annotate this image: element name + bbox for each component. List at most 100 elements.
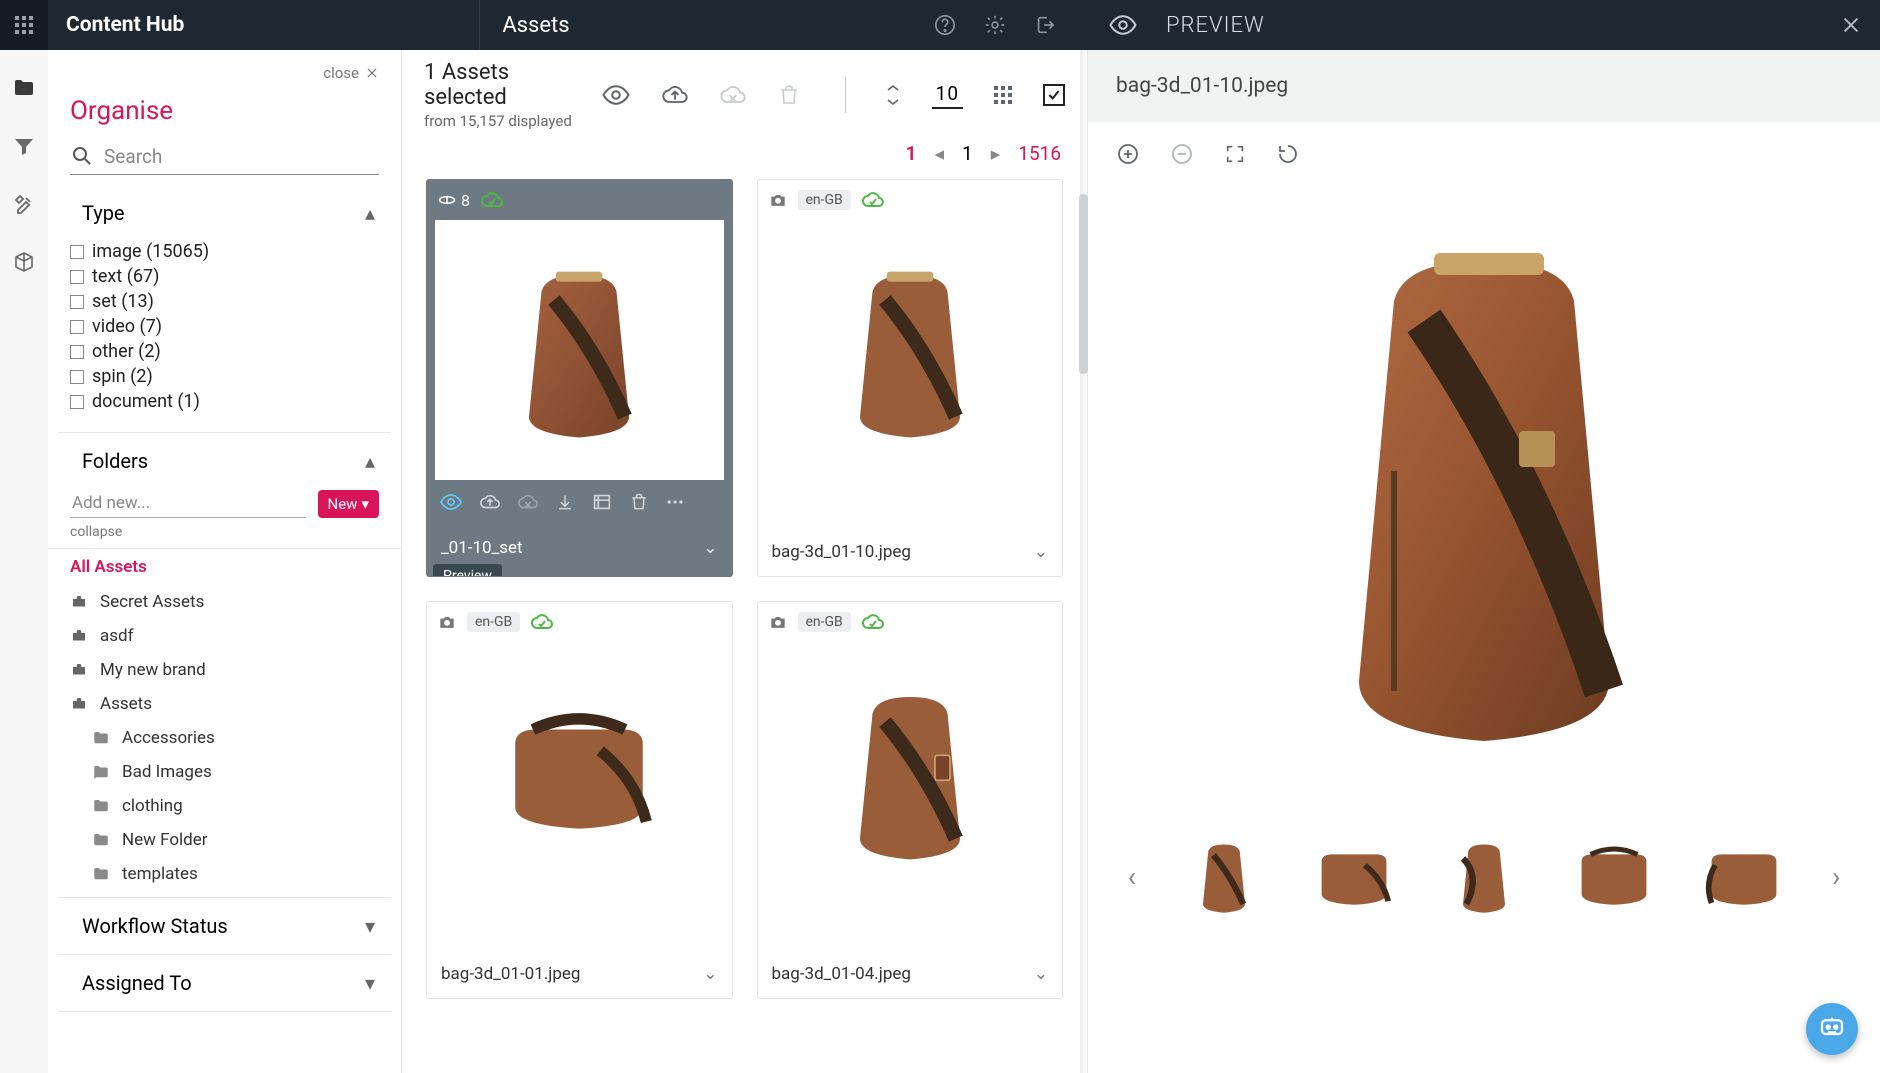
cloud-remove-icon[interactable] [719, 81, 747, 109]
preview-image[interactable] [1088, 186, 1880, 816]
workflow-section-header[interactable]: Workflow Status ▾ [48, 904, 401, 948]
upload-icon[interactable] [479, 491, 501, 513]
reset-icon[interactable] [1276, 142, 1300, 166]
type-row[interactable]: spin (2) [70, 364, 379, 389]
checkbox-icon[interactable] [70, 370, 84, 384]
asset-card[interactable]: en-GB bag-3d_01-04.jpeg ⌄ [757, 601, 1064, 999]
zoom-in-icon[interactable] [1116, 142, 1140, 166]
filter-icon[interactable] [12, 134, 36, 158]
thumb-item[interactable] [1566, 828, 1662, 924]
more-icon[interactable] [665, 492, 685, 512]
chat-fab[interactable] [1806, 1003, 1858, 1055]
type-row[interactable]: document (1) [70, 389, 379, 414]
folder-icon [92, 831, 110, 849]
close-preview-button[interactable] [1840, 14, 1862, 36]
folder-item[interactable]: asdf [48, 619, 401, 653]
fullscreen-icon[interactable] [1224, 143, 1246, 165]
checkbox-icon[interactable] [70, 395, 84, 409]
all-assets-item[interactable]: All Assets [48, 548, 401, 585]
assigned-section-header[interactable]: Assigned To ▾ [48, 961, 401, 1005]
tools-icon[interactable] [12, 192, 36, 216]
type-section-header[interactable]: Type ▴ [48, 191, 401, 235]
subfolder-item[interactable]: Accessories [48, 721, 401, 755]
help-icon[interactable] [934, 14, 956, 36]
briefcase-icon [70, 661, 88, 679]
download-icon[interactable] [555, 492, 575, 512]
preview-action-icon[interactable] [601, 80, 631, 110]
search-field[interactable] [70, 144, 379, 175]
type-label: set (13) [92, 291, 154, 312]
grid-view-icon[interactable] [993, 85, 1013, 105]
chevron-down-icon[interactable]: ⌄ [1034, 964, 1048, 984]
cloud-published-icon [861, 188, 885, 212]
checkbox-icon[interactable] [70, 320, 84, 334]
asset-thumbnail[interactable] [435, 642, 724, 902]
checkbox-icon[interactable] [70, 345, 84, 359]
caret-down-icon: ▾ [365, 971, 375, 995]
cube-icon[interactable] [12, 250, 36, 274]
select-all-checkbox[interactable] [1043, 84, 1065, 106]
upload-action-icon[interactable] [661, 81, 689, 109]
thumbs-next-icon[interactable]: › [1826, 860, 1846, 893]
type-label: other (2) [92, 341, 161, 362]
collapse-link[interactable]: collapse [48, 522, 401, 548]
folder-label: clothing [122, 796, 183, 816]
type-row[interactable]: image (15065) [70, 239, 379, 264]
trash-action-icon[interactable] [777, 83, 801, 107]
thumb-item[interactable] [1176, 828, 1272, 924]
add-folder-input[interactable] [70, 489, 306, 518]
prev-page-icon[interactable]: ◂ [935, 142, 945, 165]
asset-card[interactable]: en-GB bag-3d_01-10.jpeg ⌄ [757, 179, 1064, 577]
asset-thumbnail[interactable] [766, 220, 1055, 480]
new-folder-button[interactable]: New▾ [318, 490, 379, 518]
preview-icon[interactable] [439, 490, 463, 514]
search-input[interactable] [104, 145, 379, 168]
checkbox-icon[interactable] [70, 245, 84, 259]
folder-item[interactable]: My new brand [48, 653, 401, 687]
close-organise-button[interactable]: close [323, 64, 379, 82]
chevron-down-icon[interactable]: ⌄ [1034, 542, 1048, 562]
metadata-icon[interactable] [591, 491, 613, 513]
cloud-remove-icon[interactable] [517, 491, 539, 513]
folder-icon[interactable] [12, 76, 36, 100]
zoom-out-icon[interactable] [1170, 142, 1194, 166]
type-row[interactable]: other (2) [70, 339, 379, 364]
subfolder-item[interactable]: clothing [48, 789, 401, 823]
sort-icon[interactable] [884, 84, 902, 106]
caret-down-icon: ▾ [365, 914, 375, 938]
app-launcher-icon[interactable] [0, 0, 48, 50]
thumb-item[interactable] [1306, 828, 1402, 924]
thumb-item[interactable] [1436, 828, 1532, 924]
cloud-published-icon [480, 188, 504, 212]
page-size[interactable]: 10 [932, 82, 963, 109]
chevron-down-icon[interactable]: ⌄ [703, 538, 717, 558]
type-row[interactable]: set (13) [70, 289, 379, 314]
subfolder-item[interactable]: New Folder [48, 823, 401, 857]
folder-item[interactable]: Assets [48, 687, 401, 721]
preview-thumbnails: ‹ › [1088, 816, 1880, 936]
gear-icon[interactable] [984, 14, 1006, 36]
folder-item[interactable]: Secret Assets [48, 585, 401, 619]
checkbox-icon[interactable] [70, 295, 84, 309]
asset-thumbnail[interactable] [435, 220, 724, 480]
preview-header: PREVIEW [1084, 0, 1880, 50]
cloud-published-icon [861, 610, 885, 634]
subfolder-item[interactable]: Bad Images [48, 755, 401, 789]
logout-icon[interactable] [1034, 14, 1056, 36]
next-page-icon[interactable]: ▸ [991, 142, 1001, 165]
type-row[interactable]: text (67) [70, 264, 379, 289]
trash-icon[interactable] [629, 492, 649, 512]
subfolder-item[interactable]: templates [48, 857, 401, 891]
preview-title: PREVIEW [1166, 13, 1265, 38]
scrollbar[interactable] [1079, 194, 1088, 374]
checkbox-icon[interactable] [70, 270, 84, 284]
asset-thumbnail[interactable] [766, 642, 1055, 902]
thumbs-prev-icon[interactable]: ‹ [1122, 860, 1142, 893]
locale-badge: en-GB [467, 612, 520, 632]
folders-section-header[interactable]: Folders ▴ [48, 439, 401, 483]
asset-card[interactable]: en-GB bag-3d_01-01.jpeg ⌄ [426, 601, 733, 999]
asset-card[interactable]: 8 Preview _01-10_set ⌄ [426, 179, 733, 577]
type-row[interactable]: video (7) [70, 314, 379, 339]
chevron-down-icon[interactable]: ⌄ [703, 964, 717, 984]
thumb-item[interactable] [1696, 828, 1792, 924]
